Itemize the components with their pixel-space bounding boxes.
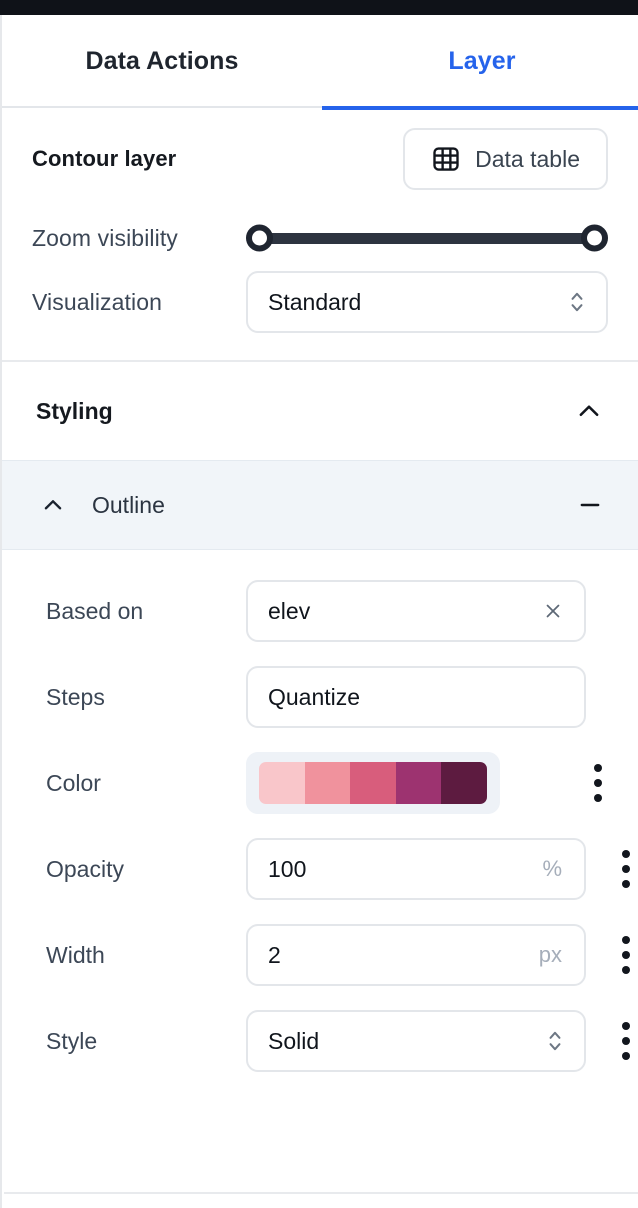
- color-more-options-icon[interactable]: [586, 760, 610, 806]
- color-swatch-5: [441, 762, 487, 804]
- zoom-visibility-slider[interactable]: [246, 210, 608, 266]
- slider-handle-min[interactable]: [246, 224, 273, 252]
- style-label: Style: [46, 1027, 98, 1054]
- style-more-options-icon[interactable]: [614, 1018, 638, 1064]
- steps-label: Steps: [46, 683, 105, 710]
- table-icon: [431, 144, 461, 174]
- layer-title: Contour layer: [32, 146, 177, 171]
- based-on-input[interactable]: elev: [246, 580, 586, 642]
- outline-properties: Based on elev Steps Quantize Color Opaci…: [2, 550, 638, 1114]
- steps-input[interactable]: Quantize: [246, 666, 586, 728]
- color-label: Color: [46, 769, 101, 796]
- color-palette-swatch[interactable]: [246, 752, 500, 814]
- data-table-button-label: Data table: [475, 145, 580, 172]
- width-input[interactable]: 2 px: [246, 924, 586, 986]
- zoom-visibility-row: Zoom visibility: [32, 210, 608, 266]
- outline-title: Outline: [92, 491, 165, 518]
- color-swatch-4: [395, 762, 442, 804]
- steps-value: Quantize: [268, 683, 361, 710]
- style-value: Solid: [268, 1027, 320, 1054]
- tab-data-actions[interactable]: Data Actions: [2, 15, 322, 108]
- property-row-based-on: Based on elev: [2, 568, 638, 654]
- minus-icon[interactable]: [576, 491, 604, 519]
- style-select[interactable]: Solid: [246, 1010, 586, 1072]
- data-table-button[interactable]: Data table: [403, 128, 608, 190]
- outline-collapse-chevron-up-icon[interactable]: [40, 492, 66, 518]
- property-row-color: Color: [2, 740, 638, 826]
- property-row-steps: Steps Quantize: [2, 654, 638, 740]
- visualization-row: Visualization Standard: [32, 266, 608, 338]
- opacity-value: 100: [268, 855, 307, 882]
- close-icon[interactable]: [542, 600, 564, 622]
- based-on-value: elev: [268, 597, 311, 624]
- opacity-input[interactable]: 100 %: [246, 838, 586, 900]
- slider-track: [256, 232, 598, 244]
- slider-handle-max[interactable]: [581, 224, 608, 252]
- width-label: Width: [46, 941, 105, 968]
- tab-layer[interactable]: Layer: [322, 15, 638, 110]
- layer-title-row: Contour layer Data table: [32, 108, 608, 210]
- width-more-options-icon[interactable]: [614, 932, 638, 978]
- property-row-style: Style Solid: [2, 998, 638, 1084]
- tab-data-actions-label: Data Actions: [85, 47, 239, 75]
- outline-subsection-header[interactable]: Outline: [2, 460, 638, 550]
- color-swatch-strip: [259, 762, 487, 804]
- color-swatch-1: [259, 762, 305, 804]
- opacity-unit: %: [542, 856, 562, 881]
- styling-title: Styling: [36, 397, 113, 424]
- panel-tabs: Data Actions Layer: [2, 15, 638, 110]
- color-swatch-3: [350, 762, 396, 804]
- chevron-updown-icon: [568, 288, 586, 316]
- property-row-opacity: Opacity 100 %: [2, 826, 638, 912]
- width-value: 2: [268, 941, 281, 968]
- chevron-up-icon[interactable]: [574, 396, 604, 426]
- styling-section-header[interactable]: Styling: [2, 362, 638, 460]
- window-titlebar: [0, 0, 638, 15]
- opacity-more-options-icon[interactable]: [614, 846, 638, 892]
- based-on-label: Based on: [46, 597, 144, 624]
- property-row-width: Width 2 px: [2, 912, 638, 998]
- color-swatch-2: [304, 762, 351, 804]
- visualization-label: Visualization: [32, 288, 163, 315]
- tab-layer-label: Layer: [448, 47, 516, 75]
- zoom-visibility-label: Zoom visibility: [32, 224, 178, 251]
- layer-side-panel: Data Actions Layer Contour layer Data ta…: [0, 15, 638, 1208]
- opacity-label: Opacity: [46, 855, 124, 882]
- panel-bottom-divider: [4, 1192, 638, 1194]
- chevron-updown-icon: [546, 1027, 564, 1055]
- visualization-select[interactable]: Standard: [246, 271, 608, 333]
- visualization-value: Standard: [268, 288, 362, 315]
- width-unit: px: [538, 942, 562, 967]
- layer-summary-section: Contour layer Data table Zoom visibility: [2, 108, 638, 362]
